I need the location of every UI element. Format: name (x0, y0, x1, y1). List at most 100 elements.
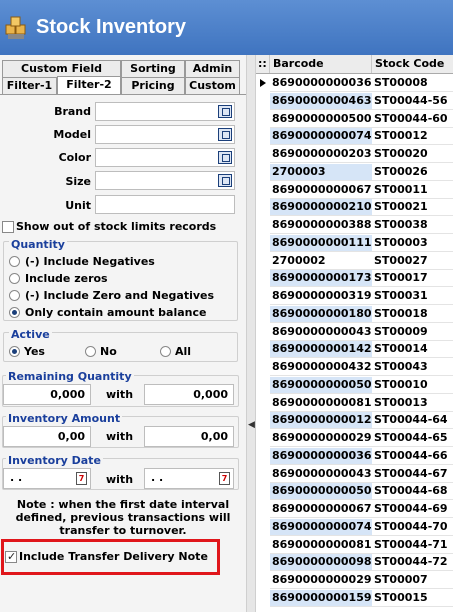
barcode-cell[interactable]: 8690000000159 (270, 589, 372, 607)
barcode-cell[interactable]: 8690000000432 (270, 359, 372, 376)
out-of-stock-checkbox[interactable] (2, 221, 14, 233)
table-row[interactable]: 8690000000463 ST00044-56 (256, 92, 453, 110)
stock-code-cell[interactable]: ST00031 (372, 288, 453, 305)
stock-code-cell[interactable]: ST00003 (372, 234, 453, 252)
table-row[interactable]: 8690000000210 ST00021 (256, 199, 453, 217)
unit-field[interactable] (95, 195, 235, 214)
stock-code-cell[interactable]: ST00043 (372, 359, 453, 376)
active-no-radio[interactable] (85, 346, 96, 357)
barcode-cell[interactable]: 2700002 (270, 253, 372, 270)
stock-code-cell[interactable]: ST00044-69 (372, 501, 453, 518)
quantity-option-radio-1[interactable] (9, 273, 20, 284)
active-all-radio[interactable] (160, 346, 171, 357)
quantity-option-radio-3[interactable] (9, 307, 20, 318)
stock-code-cell[interactable]: ST00015 (372, 589, 453, 607)
table-row[interactable]: 8690000000036 ST00008 (256, 75, 453, 92)
table-row[interactable]: 8690000000173 ST00017 (256, 270, 453, 288)
table-row[interactable]: 8690000000067 ST00011 (256, 181, 453, 199)
model-picker-icon[interactable] (218, 128, 232, 141)
table-row[interactable]: 8690000000319 ST00031 (256, 288, 453, 305)
stock-code-cell[interactable]: ST00021 (372, 199, 453, 217)
stock-code-cell[interactable]: ST00044-56 (372, 92, 453, 110)
stock-code-cell[interactable]: ST00010 (372, 376, 453, 394)
table-row[interactable]: 2700003 ST00026 (256, 163, 453, 181)
tab-filter-1[interactable]: Filter-1 (2, 77, 57, 94)
barcode-cell[interactable]: 8690000000210 (270, 199, 372, 217)
barcode-cell[interactable]: 8690000000036 (270, 75, 372, 92)
collapse-arrow-icon[interactable]: ◀ (248, 420, 255, 430)
barcode-cell[interactable]: 8690000000142 (270, 341, 372, 359)
stock-code-cell[interactable]: ST00044-64 (372, 412, 453, 430)
stock-code-cell[interactable]: ST00007 (372, 572, 453, 589)
inventory-amount-from-input[interactable]: 0,00 (3, 426, 91, 447)
barcode-cell[interactable]: 8690000000111 (270, 234, 372, 252)
brand-picker-icon[interactable] (218, 105, 232, 118)
stock-code-cell[interactable]: ST00020 (372, 146, 453, 163)
barcode-cell[interactable]: 8690000000500 (270, 111, 372, 128)
table-row[interactable]: 8690000000500 ST00044-60 (256, 110, 453, 128)
size-field[interactable] (95, 171, 235, 190)
table-row[interactable]: 8690000000111 ST00003 (256, 234, 453, 252)
table-row[interactable]: 8690000000029 ST00044-65 (256, 430, 453, 447)
remaining-quantity-from-input[interactable]: 0,000 (3, 384, 91, 405)
barcode-cell[interactable]: 2700003 (270, 163, 372, 181)
table-row[interactable]: 8690000000050 ST00010 (256, 376, 453, 394)
quantity-option-radio-0[interactable] (9, 256, 20, 267)
stock-code-cell[interactable]: ST00044-70 (372, 518, 453, 536)
tab-custom-field-filter[interactable]: Custom Field Filter (2, 60, 121, 90)
barcode-cell[interactable]: 8690000000029 (270, 572, 372, 589)
stock-code-cell[interactable]: ST00017 (372, 270, 453, 288)
barcode-cell[interactable]: 8690000000012 (270, 412, 372, 430)
inventory-amount-to-input[interactable]: 0,00 (144, 426, 234, 447)
color-picker-icon[interactable] (218, 151, 232, 164)
barcode-cell[interactable]: 8690000000388 (270, 217, 372, 234)
include-transfer-checkbox[interactable] (5, 550, 17, 563)
stock-code-cell[interactable]: ST00009 (372, 323, 453, 341)
table-row[interactable]: 8690000000043 ST00009 (256, 323, 453, 341)
table-row[interactable]: 8690000000388 ST00038 (256, 217, 453, 234)
table-row[interactable]: 8690000000159 ST00015 (256, 589, 453, 607)
table-row[interactable]: 8690000000012 ST00044-64 (256, 412, 453, 430)
barcode-cell[interactable]: 8690000000050 (270, 483, 372, 501)
stock-code-cell[interactable]: ST00012 (372, 128, 453, 146)
tab-sorting[interactable]: Sorting (121, 60, 185, 77)
barcode-cell[interactable]: 8690000000029 (270, 430, 372, 447)
table-row[interactable]: 8690000000081 ST00044-71 (256, 536, 453, 554)
stock-code-cell[interactable]: ST00044-67 (372, 465, 453, 483)
table-row[interactable]: 8690000000074 ST00044-70 (256, 518, 453, 536)
tab-custom[interactable]: Custom (185, 77, 240, 94)
stock-code-cell[interactable]: ST00044-66 (372, 447, 453, 465)
panel-splitter[interactable]: ◀ (246, 55, 256, 612)
table-row[interactable]: 8690000000203 ST00020 (256, 146, 453, 163)
calendar-icon[interactable]: 7 (76, 472, 87, 485)
quantity-option-radio-2[interactable] (9, 290, 20, 301)
table-row[interactable]: 8690000000043 ST00044-67 (256, 465, 453, 483)
tab-filter-2[interactable]: Filter-2 (57, 76, 121, 95)
table-row[interactable]: 2700002 ST00027 (256, 252, 453, 270)
active-yes-radio[interactable] (9, 346, 20, 357)
table-row[interactable]: 8690000000432 ST00043 (256, 359, 453, 376)
stock-code-cell[interactable]: ST00014 (372, 341, 453, 359)
table-row[interactable]: 8690000000029 ST00007 (256, 572, 453, 589)
stock-code-cell[interactable]: ST00038 (372, 217, 453, 234)
table-row[interactable]: 8690000000036 ST00044-66 (256, 447, 453, 465)
barcode-cell[interactable]: 8690000000180 (270, 305, 372, 323)
tab-admin[interactable]: Admin (185, 60, 240, 77)
stock-code-cell[interactable]: ST00044-60 (372, 110, 453, 128)
barcode-cell[interactable]: 8690000000081 (270, 395, 372, 412)
table-row[interactable]: 8690000000180 ST00018 (256, 305, 453, 323)
stock-code-cell[interactable]: ST00011 (372, 181, 453, 199)
grid-handle-icon[interactable]: :: (256, 55, 270, 73)
barcode-cell[interactable]: 8690000000463 (270, 92, 372, 110)
barcode-cell[interactable]: 8690000000043 (270, 466, 372, 483)
stock-code-cell[interactable]: ST00018 (372, 305, 453, 323)
barcode-cell[interactable]: 8690000000081 (270, 537, 372, 554)
stock-code-cell[interactable]: ST00008 (372, 75, 453, 92)
barcode-cell[interactable]: 8690000000098 (270, 554, 372, 572)
brand-field[interactable] (95, 102, 235, 121)
column-header-barcode[interactable]: Barcode (270, 55, 372, 73)
inventory-date-to-input[interactable]: . . 7 (144, 468, 234, 489)
barcode-cell[interactable]: 8690000000074 (270, 518, 372, 536)
table-row[interactable]: 8690000000081 ST00013 (256, 394, 453, 412)
barcode-cell[interactable]: 8690000000067 (270, 182, 372, 199)
